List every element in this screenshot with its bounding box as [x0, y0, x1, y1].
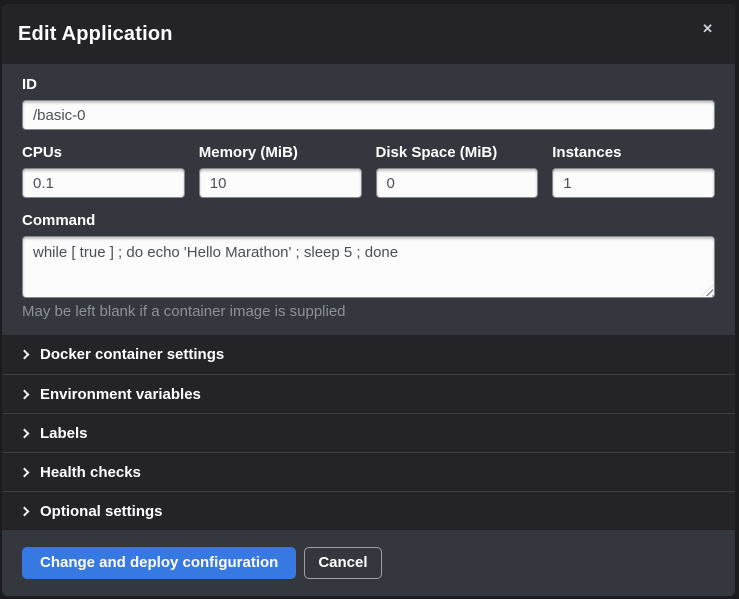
disk-field-group: Disk Space (MiB)	[376, 144, 539, 198]
chevron-right-icon	[20, 350, 30, 360]
command-textarea[interactable]: while [ true ] ; do echo 'Hello Marathon…	[22, 236, 715, 298]
section-docker-container-settings[interactable]: Docker container settings	[2, 335, 735, 374]
modal-header: Edit Application ✕	[2, 4, 735, 64]
section-health-checks[interactable]: Health checks	[2, 452, 735, 491]
memory-field-group: Memory (MiB)	[199, 144, 362, 198]
cpus-input[interactable]	[22, 168, 185, 198]
section-optional-settings[interactable]: Optional settings	[2, 491, 735, 530]
section-label: Labels	[40, 425, 88, 442]
command-field-group: Command while [ true ] ; do echo 'Hello …	[22, 212, 715, 321]
instances-label: Instances	[552, 144, 715, 162]
chevron-right-icon	[20, 467, 30, 477]
edit-application-modal: Edit Application ✕ ID CPUs Memory (MiB) …	[2, 4, 735, 596]
section-label: Optional settings	[40, 503, 163, 520]
command-label: Command	[22, 212, 715, 230]
instances-field-group: Instances	[552, 144, 715, 198]
change-and-deploy-button[interactable]: Change and deploy configuration	[22, 547, 296, 579]
section-environment-variables[interactable]: Environment variables	[2, 374, 735, 413]
modal-footer: Change and deploy configuration Cancel	[2, 530, 735, 596]
instances-input[interactable]	[552, 168, 715, 198]
chevron-right-icon	[20, 389, 30, 399]
section-label: Docker container settings	[40, 346, 224, 363]
command-textarea-wrap: while [ true ] ; do echo 'Hello Marathon…	[22, 236, 715, 298]
command-help-text: May be left blank if a container image i…	[22, 303, 715, 321]
resources-row: CPUs Memory (MiB) Disk Space (MiB) Insta…	[22, 144, 715, 198]
cpus-field-group: CPUs	[22, 144, 185, 198]
id-label: ID	[22, 76, 715, 94]
application-form: ID CPUs Memory (MiB) Disk Space (MiB) In…	[2, 64, 735, 335]
cancel-button[interactable]: Cancel	[304, 547, 381, 579]
close-icon[interactable]: ✕	[696, 18, 719, 39]
modal-title: Edit Application	[18, 23, 696, 46]
disk-label: Disk Space (MiB)	[376, 144, 539, 162]
collapsible-sections: Docker container settings Environment va…	[2, 335, 735, 530]
section-label: Health checks	[40, 464, 141, 481]
id-field-group: ID	[22, 76, 715, 130]
section-label: Environment variables	[40, 386, 201, 403]
disk-input[interactable]	[376, 168, 539, 198]
id-input[interactable]	[22, 100, 715, 130]
memory-label: Memory (MiB)	[199, 144, 362, 162]
chevron-right-icon	[20, 506, 30, 516]
memory-input[interactable]	[199, 168, 362, 198]
cpus-label: CPUs	[22, 144, 185, 162]
chevron-right-icon	[20, 428, 30, 438]
section-labels[interactable]: Labels	[2, 413, 735, 452]
